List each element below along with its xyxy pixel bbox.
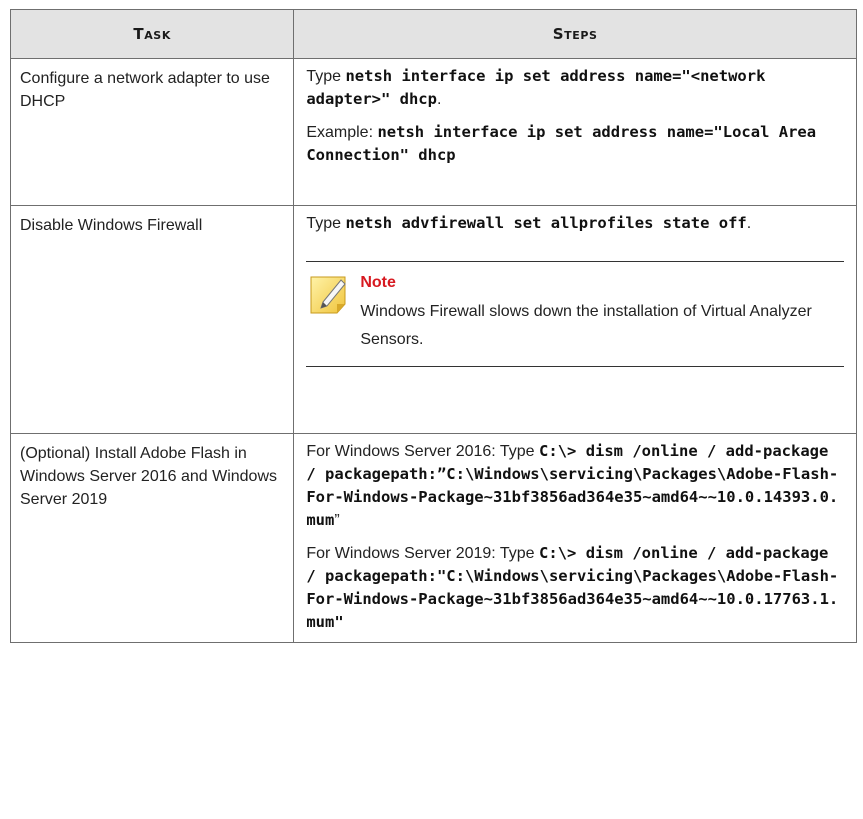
step-text: Example:: [306, 124, 378, 141]
table-row: Disable Windows Firewall Type netsh advf…: [9, 205, 857, 434]
note-callout: Note Windows Firewall slows down the ins…: [306, 261, 844, 367]
step-text: Type: [306, 215, 346, 232]
step-text: ”: [334, 512, 340, 529]
step-paragraph: Type netsh advfirewall set allprofiles s…: [306, 212, 844, 235]
header-steps: Steps: [293, 9, 857, 59]
step-paragraph: For Windows Server 2016: Type C:\> dism …: [306, 440, 844, 532]
command-code: netsh advfirewall set allprofiles state …: [345, 214, 747, 232]
step-paragraph: For Windows Server 2019: Type C:\> dism …: [306, 542, 844, 634]
note-title: Note: [360, 274, 396, 291]
step-text: Type: [306, 68, 346, 85]
steps-cell: Type netsh advfirewall set allprofiles s…: [293, 205, 857, 434]
step-text: For Windows Server 2016: Type: [306, 443, 540, 460]
note-pencil-icon: [310, 276, 347, 314]
example-paragraph: Example: netsh interface ip set address …: [306, 121, 844, 167]
command-code: netsh interface ip set address name="<ne…: [306, 67, 766, 108]
step-text: For Windows Server 2019: Type: [306, 545, 540, 562]
steps-cell: Type netsh interface ip set address name…: [293, 58, 857, 206]
table-header-row: Task Steps: [9, 9, 857, 59]
table-row: Configure a network adapter to use DHCP …: [9, 58, 857, 206]
table-row: (Optional) Install Adobe Flash in Window…: [9, 433, 857, 643]
task-cell: (Optional) Install Adobe Flash in Window…: [9, 433, 295, 643]
example-code: netsh interface ip set address name="Loc…: [306, 123, 817, 164]
task-steps-table: Task Steps Configure a network adapter t…: [9, 9, 857, 643]
header-task: Task: [9, 9, 295, 59]
steps-cell: For Windows Server 2016: Type C:\> dism …: [293, 433, 857, 643]
header-task-label: Task: [133, 25, 171, 43]
task-cell: Configure a network adapter to use DHCP: [9, 58, 295, 206]
note-text: Windows Firewall slows down the installa…: [360, 303, 812, 348]
header-steps-label: Steps: [552, 25, 598, 43]
step-text: .: [746, 215, 752, 232]
step-text: .: [436, 91, 442, 108]
task-cell: Disable Windows Firewall: [9, 205, 295, 434]
note-body: Note Windows Firewall slows down the ins…: [360, 272, 844, 354]
step-paragraph: Type netsh interface ip set address name…: [306, 65, 844, 111]
